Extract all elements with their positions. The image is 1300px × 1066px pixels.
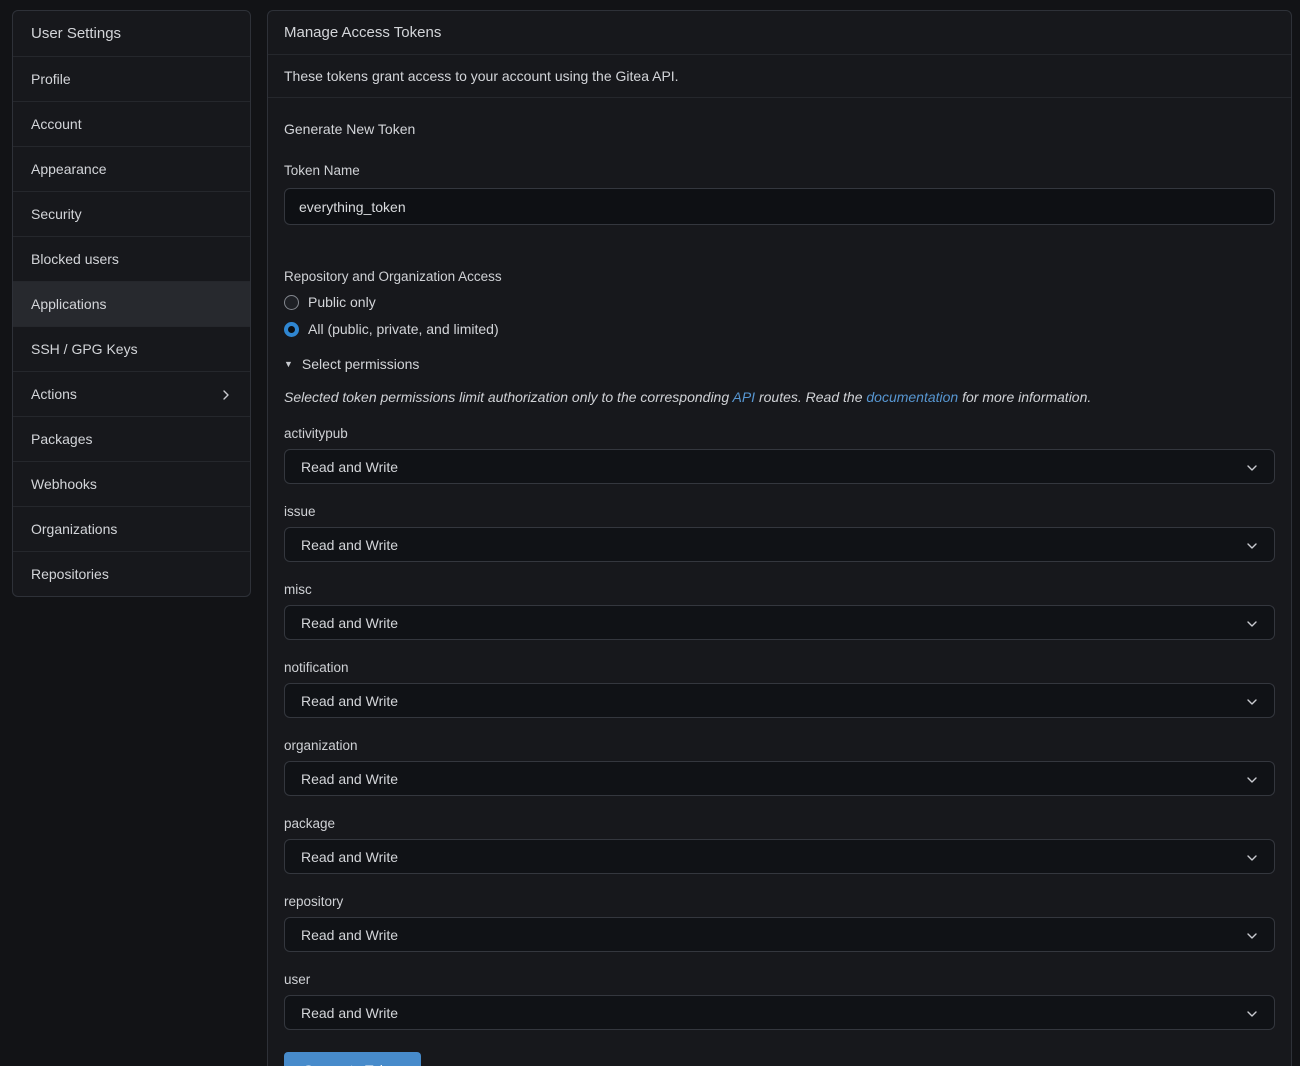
scope-label-activitypub: activitypub [284,426,1275,441]
chevron-right-icon [220,388,232,400]
sidebar-item-label: Actions [31,386,77,402]
sidebar-item-label: SSH / GPG Keys [31,341,138,357]
chevron-down-icon [1246,461,1258,473]
sidebar-item-applications[interactable]: Applications [13,281,250,326]
sidebar-item-label: Blocked users [31,251,119,267]
sidebar-item-label: Appearance [31,161,107,177]
manage-access-tokens-panel: Manage Access Tokens These tokens grant … [267,10,1292,1066]
selected-value: Read and Write [301,771,398,787]
selected-value: Read and Write [301,849,398,865]
sidebar-item-account[interactable]: Account [13,101,250,146]
sidebar-title-label: User Settings [31,25,121,42]
chevron-down-icon [1246,851,1258,863]
scope-select-package[interactable]: Read and Write [284,839,1275,874]
radio-button[interactable] [284,295,299,310]
api-link[interactable]: API [733,389,756,405]
sidebar-item-label: Profile [31,71,71,87]
chevron-down-icon [1246,617,1258,629]
sidebar-item-label: Repositories [31,566,109,582]
documentation-link[interactable]: documentation [866,389,958,405]
sidebar-item-label: Security [31,206,82,222]
note-suffix: for more information. [958,389,1091,405]
scope-label-package: package [284,816,1275,831]
section-title: Generate New Token [284,121,1275,137]
scope-label-issue: issue [284,504,1275,519]
scope-label-organization: organization [284,738,1275,753]
select-permissions-toggle[interactable]: ▼ Select permissions [284,356,1275,372]
page: User Settings Profile Account Appearance… [0,0,1300,1066]
permissions-note: Selected token permissions limit authori… [284,389,1275,405]
page-title: Manage Access Tokens [284,24,441,41]
radio-button[interactable] [284,322,299,337]
generate-token-form: Generate New Token Token Name Repository… [268,98,1291,1066]
scope-label-repository: repository [284,894,1275,909]
chevron-down-icon [1246,929,1258,941]
chevron-down-icon [1246,773,1258,785]
sidebar-item-profile[interactable]: Profile [13,56,250,101]
scope-select-issue[interactable]: Read and Write [284,527,1275,562]
note-prefix: Selected token permissions limit authori… [284,389,733,405]
sidebar-item-actions[interactable]: Actions [13,371,250,416]
radio-option-public-only[interactable]: Public only [284,294,1275,310]
selected-value: Read and Write [301,1005,398,1021]
caret-down-icon: ▼ [284,360,293,369]
sidebar-item-blocked-users[interactable]: Blocked users [13,236,250,281]
scope-select-activitypub[interactable]: Read and Write [284,449,1275,484]
sidebar-item-label: Applications [31,296,107,312]
note-middle: routes. Read the [755,389,866,405]
sidebar-item-label: Organizations [31,521,117,537]
scope-select-organization[interactable]: Read and Write [284,761,1275,796]
sidebar-item-ssh-gpg-keys[interactable]: SSH / GPG Keys [13,326,250,371]
selected-value: Read and Write [301,693,398,709]
description-text: These tokens grant access to your accoun… [284,68,679,84]
scope-label-notification: notification [284,660,1275,675]
access-section-label: Repository and Organization Access [284,269,1275,284]
sidebar-title: User Settings [13,11,250,56]
scope-select-notification[interactable]: Read and Write [284,683,1275,718]
sidebar-item-organizations[interactable]: Organizations [13,506,250,551]
sidebar-item-security[interactable]: Security [13,191,250,236]
sidebar-item-label: Account [31,116,82,132]
chevron-down-icon [1246,695,1258,707]
panel-description: These tokens grant access to your accoun… [268,55,1291,98]
sidebar-item-packages[interactable]: Packages [13,416,250,461]
token-name-label: Token Name [284,163,1275,178]
scope-label-misc: misc [284,582,1275,597]
selected-value: Read and Write [301,615,398,631]
scope-label-user: user [284,972,1275,987]
token-name-input[interactable] [284,188,1275,225]
radio-option-all[interactable]: All (public, private, and limited) [284,321,1275,337]
generate-token-button[interactable]: Generate Token [284,1052,421,1066]
sidebar-item-repositories[interactable]: Repositories [13,551,250,596]
sidebar-item-appearance[interactable]: Appearance [13,146,250,191]
selected-value: Read and Write [301,459,398,475]
selected-value: Read and Write [301,927,398,943]
radio-label: Public only [308,294,376,310]
selected-value: Read and Write [301,537,398,553]
scope-select-misc[interactable]: Read and Write [284,605,1275,640]
sidebar-item-label: Webhooks [31,476,97,492]
panel-header: Manage Access Tokens [268,11,1291,55]
chevron-down-icon [1246,1007,1258,1019]
radio-label: All (public, private, and limited) [308,321,499,337]
scope-select-repository[interactable]: Read and Write [284,917,1275,952]
select-permissions-label: Select permissions [302,356,420,372]
scope-select-user[interactable]: Read and Write [284,995,1275,1030]
sidebar-item-label: Packages [31,431,92,447]
sidebar-item-webhooks[interactable]: Webhooks [13,461,250,506]
settings-sidebar: User Settings Profile Account Appearance… [12,10,251,597]
chevron-down-icon [1246,539,1258,551]
